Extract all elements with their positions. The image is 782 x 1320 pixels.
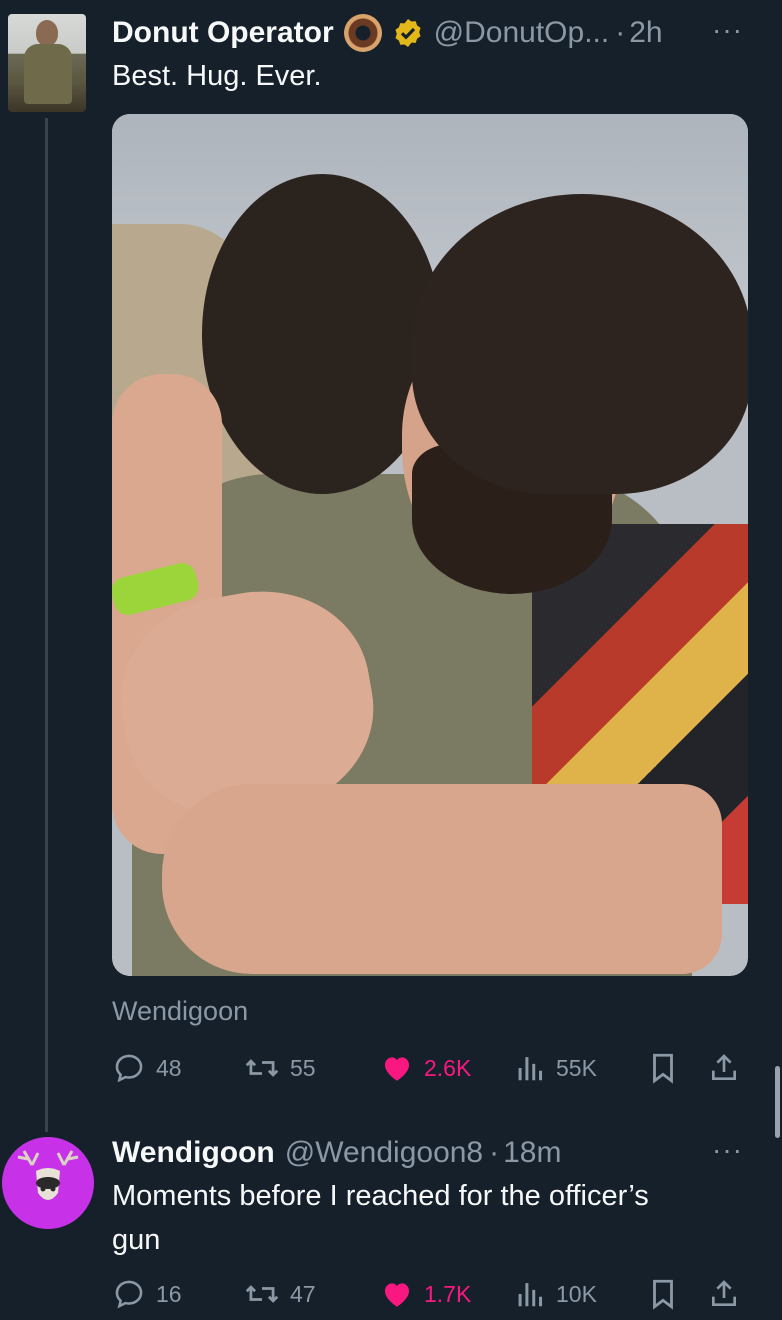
retweet-button[interactable]: 55 [244,1046,316,1090]
deer-skull-icon [17,1150,79,1200]
retweet-icon [245,1059,279,1077]
tweet-1-actions: 48 55 2.6K 55K [112,1046,748,1090]
like-icon [384,1057,410,1081]
handle[interactable]: @Wendigoon8 [285,1136,483,1170]
views-count: 55K [556,1054,597,1081]
share-icon [712,1280,736,1306]
retweet-button[interactable]: 47 [244,1272,316,1316]
display-name[interactable]: Donut Operator [112,16,334,50]
bookmark-button[interactable] [648,1272,678,1316]
share-icon [712,1054,736,1080]
photo-hugging-arm [162,784,722,974]
separator: · [615,16,626,49]
reply-button[interactable]: 48 [112,1046,182,1090]
bookmark-icon [653,1279,673,1310]
avatar-body [24,44,72,104]
views-button[interactable]: 55K [516,1046,597,1090]
retweet-icon [245,1285,279,1303]
views-button[interactable]: 10K [516,1272,597,1316]
like-button[interactable]: 1.7K [380,1272,471,1316]
scrollbar-thumb[interactable] [775,1066,780,1138]
verified-icon [395,19,421,47]
tweet-text-line-2: gun [112,1224,161,1256]
bookmark-button[interactable] [648,1046,678,1090]
source-label[interactable]: Wendigoon [112,996,248,1027]
display-name[interactable]: Wendigoon [112,1136,275,1170]
reply-icon [115,1054,143,1083]
timestamp[interactable]: 18m [503,1136,561,1170]
separator: · [489,1136,500,1169]
share-button[interactable] [708,1272,740,1316]
avatar-wendigoon[interactable] [2,1137,94,1229]
timestamp[interactable]: 2h [629,16,662,50]
reply-count: 16 [156,1280,182,1307]
retweet-count: 55 [290,1054,316,1081]
handle[interactable]: @DonutOp... [434,16,610,50]
share-button[interactable] [708,1046,740,1090]
reply-icon [115,1280,143,1309]
more-options-button[interactable]: ··· [712,14,743,46]
like-icon [384,1283,410,1307]
thread-connector-line [45,118,48,1132]
like-button[interactable]: 2.6K [380,1046,471,1090]
like-count: 1.7K [424,1280,472,1307]
tweet-photo[interactable] [112,114,748,976]
tweet-2-actions: 16 47 1.7K 10K [112,1272,748,1316]
reply-count: 48 [156,1054,182,1081]
like-count: 2.6K [424,1054,472,1081]
photo-long-hair [412,194,748,494]
avatar-donut-operator[interactable] [8,14,86,112]
views-count: 10K [556,1280,597,1307]
views-icon [518,1283,543,1307]
retweet-count: 47 [290,1280,316,1307]
tweet-text: Best. Hug. Ever. [112,60,322,92]
views-icon [518,1057,543,1081]
donut-icon [343,14,382,52]
bookmark-icon [653,1053,673,1084]
avatar-head [36,20,58,46]
reply-button[interactable]: 16 [112,1272,182,1316]
more-options-button[interactable]: ··· [712,1134,743,1166]
tweet-1-header: Donut Operator @DonutOp... · 2h [112,12,663,54]
tweet-2-header: Wendigoon @Wendigoon8 · 18m [112,1132,561,1174]
tweet-text-line-1: Moments before I reached for the officer… [112,1180,649,1212]
